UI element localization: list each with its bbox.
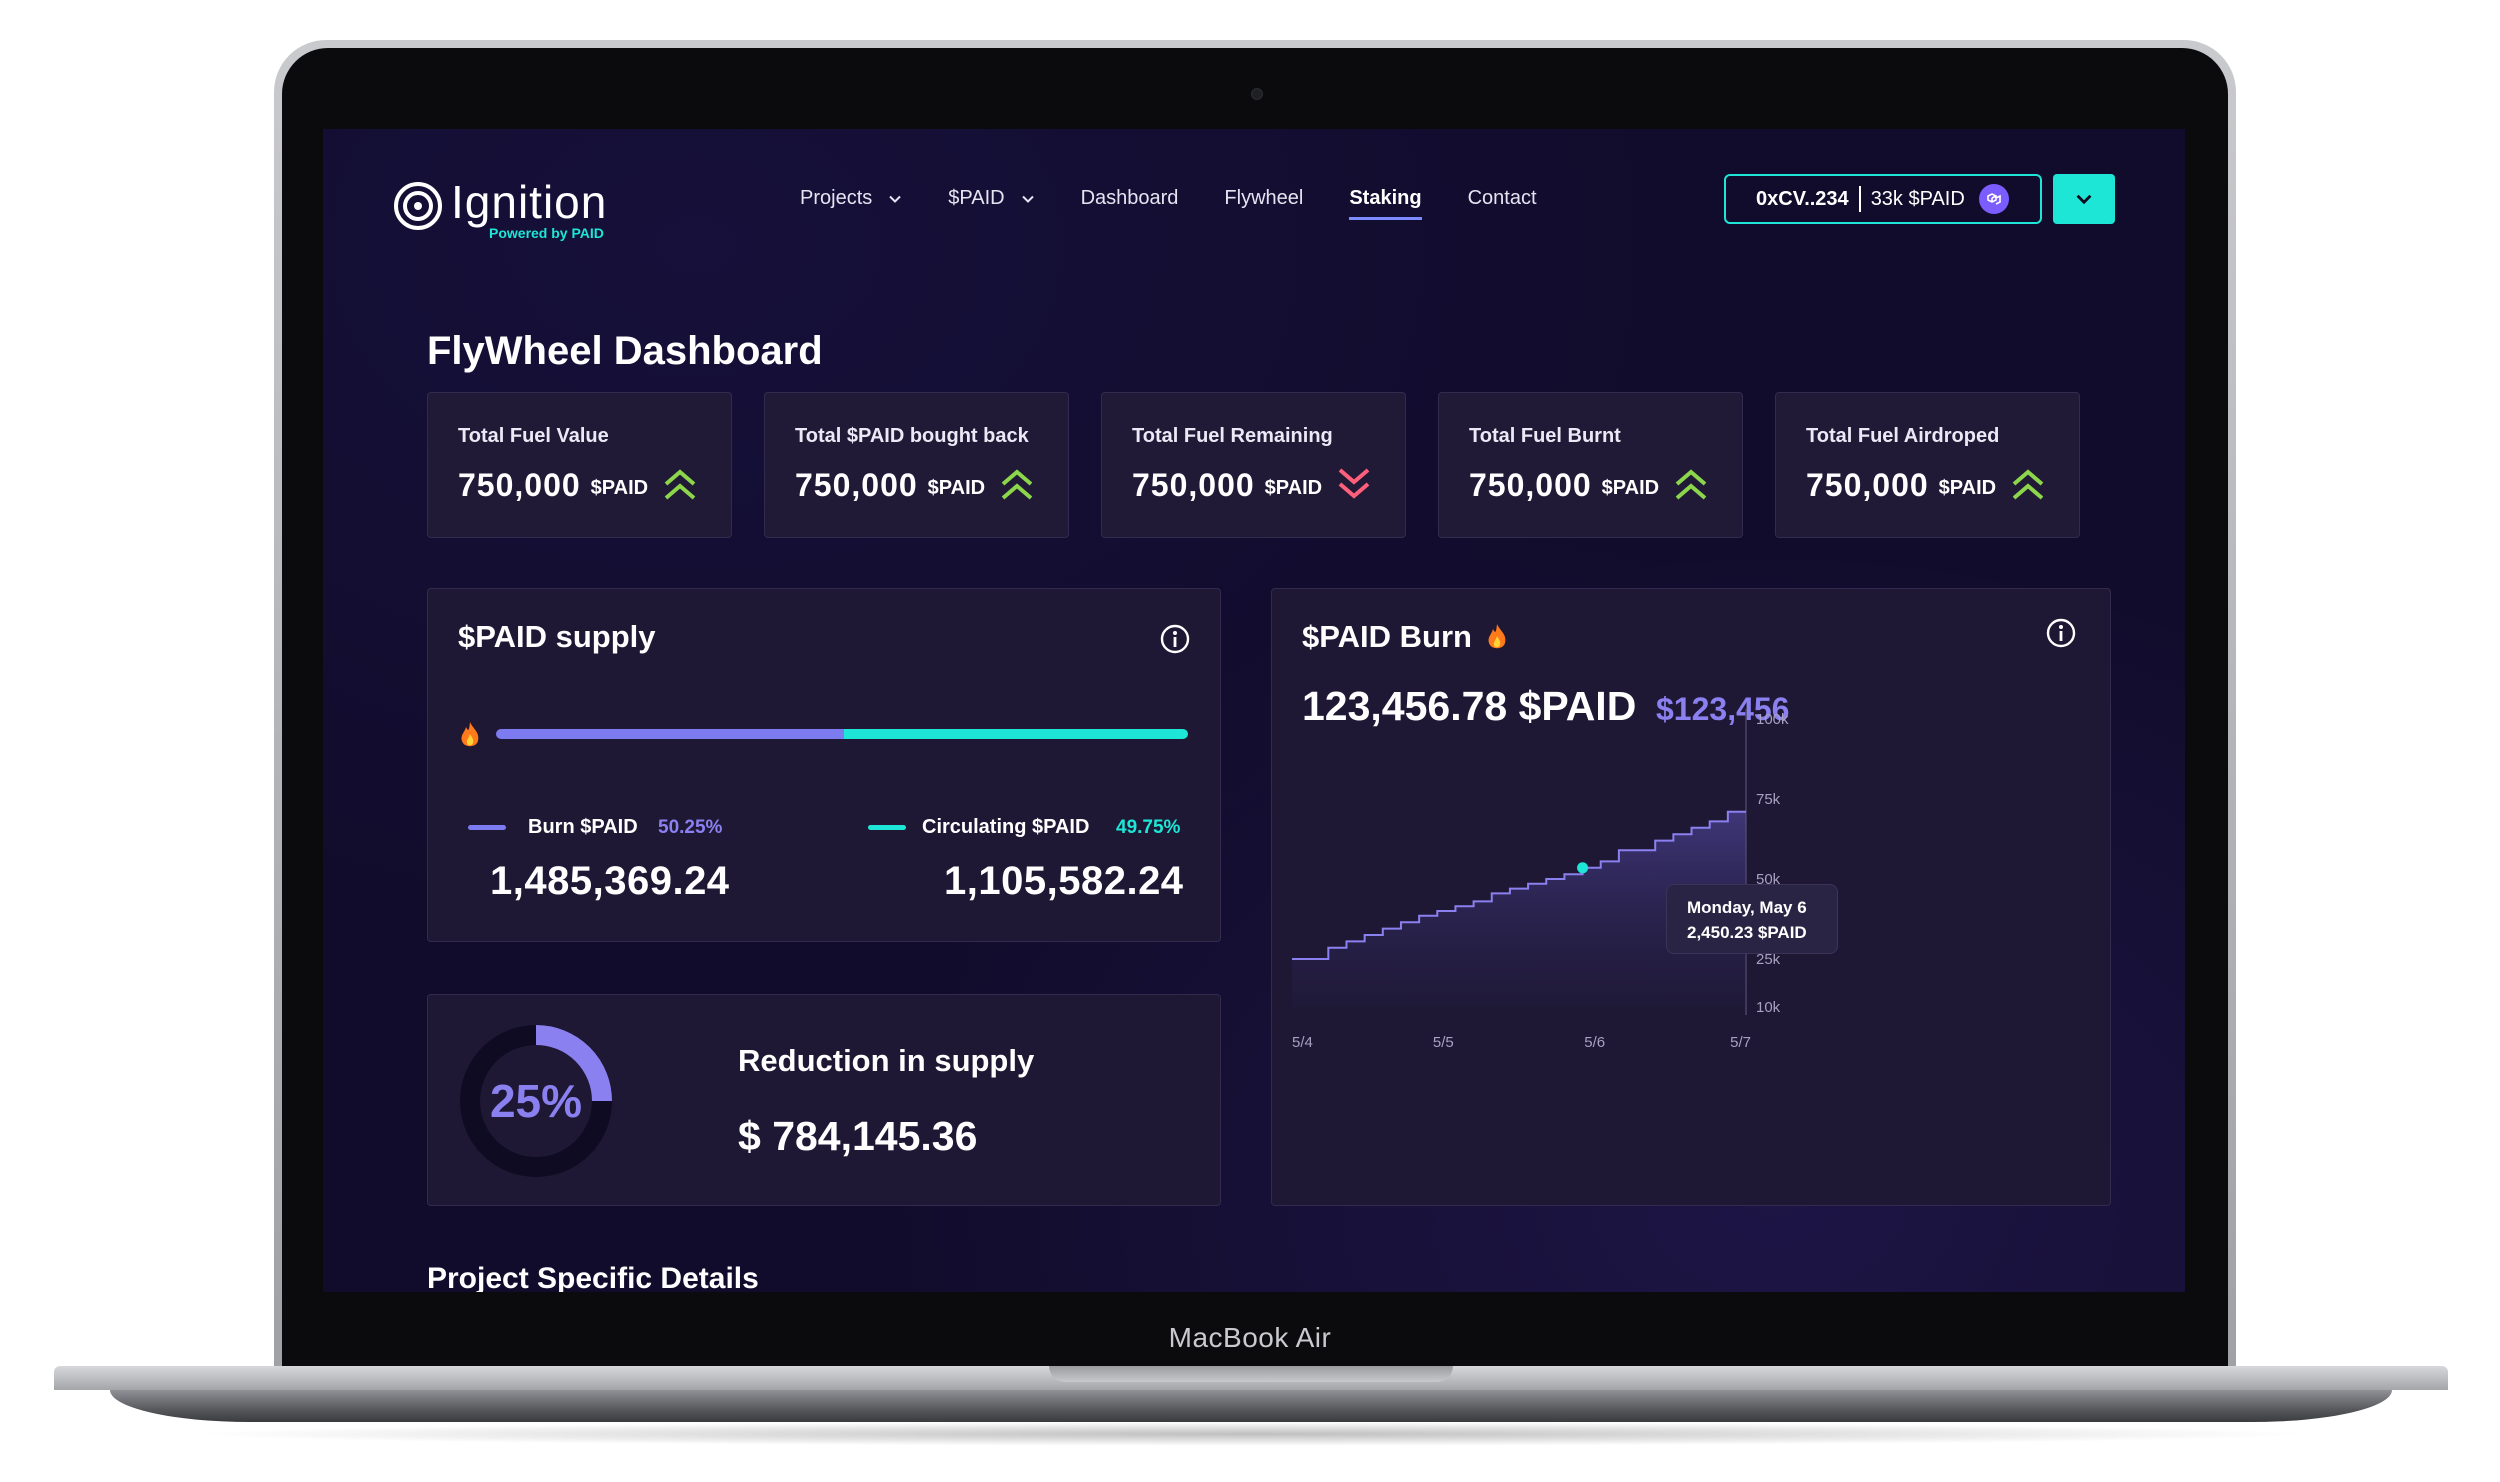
double-chevron-down-icon <box>1338 468 1370 499</box>
laptop-base-bottom <box>110 1390 2392 1422</box>
reduction-amount: $ 784,145.36 <box>738 1113 978 1159</box>
stat-value: 750,000 <box>795 466 918 503</box>
burn-amount: 1,485,369.24 <box>490 859 730 903</box>
stat-unit: $PAID <box>927 476 986 499</box>
double-chevron-up-icon <box>664 469 696 500</box>
camera-icon <box>1251 88 1263 100</box>
ignition-logo-icon <box>394 182 442 230</box>
wallet-balance: 33k $PAID <box>1870 187 1965 210</box>
nav-item-staking[interactable]: Staking <box>1349 187 1422 220</box>
top-navbar: Ignition Powered by PAID Projects $PAID … <box>323 129 2185 269</box>
supply-bar-burn <box>496 729 844 739</box>
stat-card: Total Fuel Remaining 750,000 $PAID <box>1101 392 1406 538</box>
tooltip-date: Monday, May 6 <box>1687 898 1807 917</box>
section-title: Project Specific Details <box>427 1262 759 1292</box>
stat-label: Total Fuel Remaining <box>1132 425 1333 447</box>
stat-value-row: 750,000 $PAID <box>1806 466 2079 504</box>
brand-tagline: Powered by PAID <box>489 225 604 241</box>
brand-name: Ignition <box>451 176 608 228</box>
stat-label: Total Fuel Value <box>458 425 609 447</box>
chart-y-tick-label: 10k <box>1756 999 1781 1016</box>
stat-unit: $PAID <box>1938 476 1997 499</box>
account-dropdown-button[interactable] <box>2053 174 2115 224</box>
stat-card: Total Fuel Airdroped 750,000 $PAID <box>1775 392 2080 538</box>
reduction-title: Reduction in supply <box>738 1043 1035 1078</box>
supply-bar-circulating <box>843 729 1188 739</box>
nav-links: Projects $PAID Dashboard Flywheel Stakin… <box>800 187 1583 220</box>
burn-legend-label: Burn $PAID <box>528 816 638 838</box>
double-chevron-up-icon <box>2012 469 2044 500</box>
double-chevron-up-icon <box>1001 469 1033 500</box>
chart-x-tick-label: 5/6 <box>1584 1034 1605 1051</box>
burn-legend-percent: 50.25% <box>658 817 723 838</box>
stat-label: Total $PAID bought back <box>795 425 1029 447</box>
polygon-coin-icon <box>1978 184 2009 214</box>
info-icon[interactable] <box>1159 623 1191 655</box>
chart-x-tick-label: 5/7 <box>1730 1034 1751 1051</box>
device-label: MacBook Air <box>1168 1322 1332 1353</box>
chevron-down-icon <box>889 195 901 203</box>
chart-tooltip: Monday, May 6 2,450.23 $PAID <box>1666 884 1838 954</box>
stat-value-row: 750,000 $PAID <box>795 466 1068 504</box>
nav-item-label: Projects <box>800 187 873 209</box>
wallet-divider <box>1858 186 1861 212</box>
stat-value: 750,000 <box>1132 466 1255 503</box>
nav-item-flywheel[interactable]: Flywheel <box>1224 187 1303 210</box>
stat-value: 750,000 <box>1469 466 1592 503</box>
chart-highlight-point <box>1577 862 1589 874</box>
chart-y-tick-label: 100k <box>1756 711 1789 728</box>
chevron-down-icon <box>2076 194 2092 205</box>
chevron-down-icon <box>1021 195 1034 203</box>
supply-panel: $PAID supply Burn $PAID 50.25% 1,485,369… <box>427 588 1221 942</box>
stat-value: 750,000 <box>458 466 581 503</box>
tooltip-value: 2,450.23 $PAID <box>1687 923 1807 942</box>
wallet-address: 0xCV..234 <box>1756 187 1849 210</box>
laptop-shadow <box>180 1422 2320 1446</box>
stat-card: Total Fuel Burnt 750,000 $PAID <box>1438 392 1743 538</box>
stat-label: Total Fuel Airdroped <box>1806 425 2000 447</box>
supply-title: $PAID supply <box>458 619 656 654</box>
stat-unit: $PAID <box>1264 476 1323 499</box>
laptop-notch <box>1049 1366 1453 1382</box>
nav-item-contact[interactable]: Contact <box>1468 187 1537 210</box>
nav-item-projects[interactable]: Projects <box>800 187 902 210</box>
fire-icon <box>461 722 479 747</box>
supply-progress-bar <box>496 729 1188 739</box>
burn-legend-swatch <box>468 825 506 830</box>
stat-unit: $PAID <box>590 476 649 499</box>
circulating-legend-label: Circulating $PAID <box>922 816 1090 838</box>
stat-value-row: 750,000 $PAID <box>1132 466 1405 504</box>
nav-item-paid[interactable]: $PAID <box>948 187 1034 210</box>
circulating-legend-percent: 49.75% <box>1116 817 1181 838</box>
brand-logo[interactable]: Ignition Powered by PAID <box>391 175 631 245</box>
reduction-percent: 25% <box>489 1075 583 1127</box>
page-title: FlyWheel Dashboard <box>427 329 823 373</box>
chart-x-tick-label: 5/5 <box>1433 1034 1454 1051</box>
circulating-legend-swatch <box>868 825 906 830</box>
stat-unit: $PAID <box>1601 476 1660 499</box>
chart-y-tick-label: 75k <box>1756 791 1781 808</box>
stat-value-row: 750,000 $PAID <box>1469 466 1742 504</box>
stat-card: Total Fuel Value 750,000 $PAID <box>427 392 732 538</box>
screen: Ignition Powered by PAID Projects $PAID … <box>323 129 2185 1292</box>
burn-panel: $PAID Burn 123,456.78 $PAID $123,456 100… <box>1271 588 2111 1206</box>
stat-card: Total $PAID bought back 750,000 $PAID <box>764 392 1069 538</box>
reduction-panel: 25% Reduction in supply $ 784,145.36 <box>427 994 1221 1206</box>
chart-x-tick-label: 5/4 <box>1292 1034 1313 1051</box>
double-chevron-up-icon <box>1675 469 1707 500</box>
wallet-button[interactable]: 0xCV..234 33k $PAID <box>1724 174 2042 224</box>
stat-label: Total Fuel Burnt <box>1469 425 1621 447</box>
nav-item-dashboard[interactable]: Dashboard <box>1081 187 1179 210</box>
stat-value-row: 750,000 $PAID <box>458 466 731 504</box>
circulating-amount: 1,105,582.24 <box>944 859 1184 903</box>
nav-item-label: $PAID <box>948 187 1005 209</box>
stat-value: 750,000 <box>1806 466 1929 503</box>
